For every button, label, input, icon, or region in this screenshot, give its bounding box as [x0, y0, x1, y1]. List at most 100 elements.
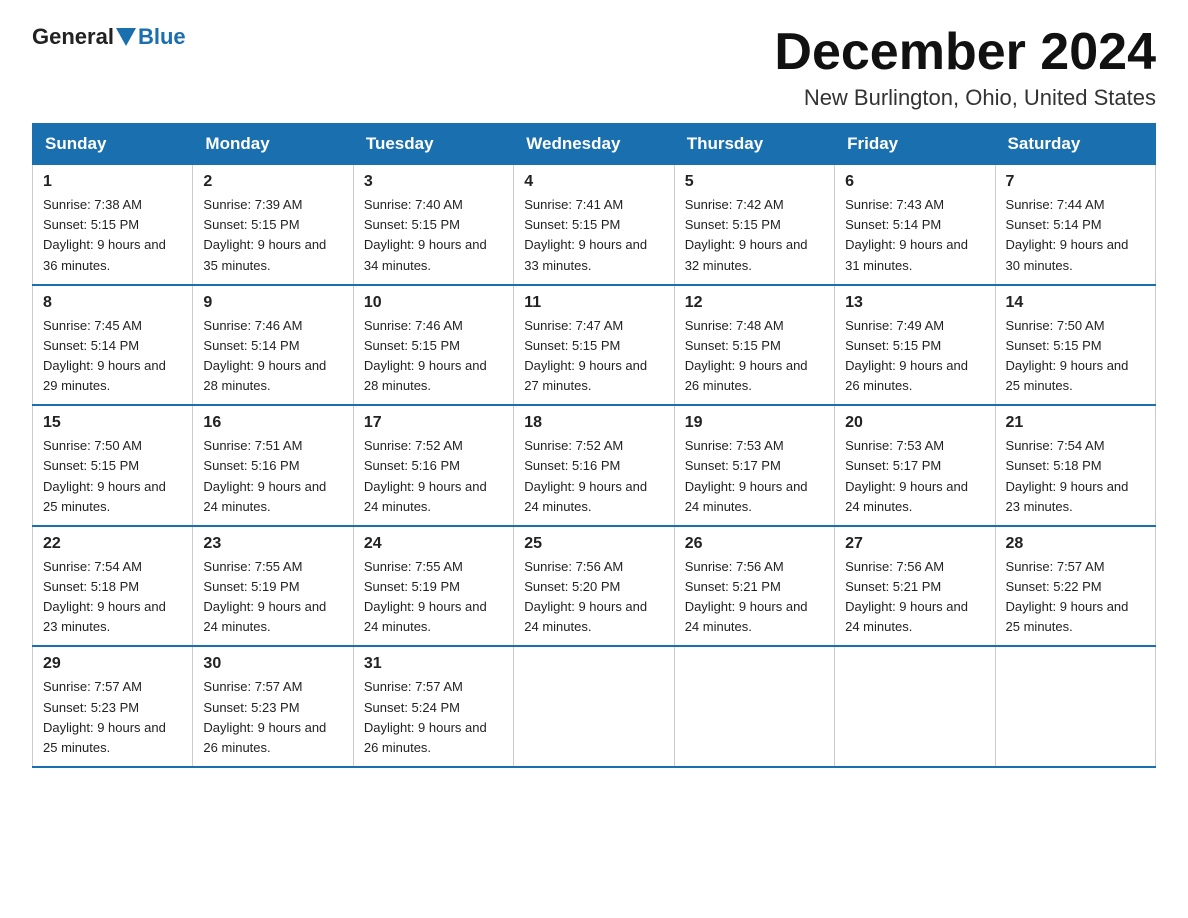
- day-info: Sunrise: 7:57 AMSunset: 5:23 PMDaylight:…: [203, 677, 342, 758]
- calendar-table: Sunday Monday Tuesday Wednesday Thursday…: [32, 123, 1156, 768]
- table-row: 27 Sunrise: 7:56 AMSunset: 5:21 PMDaylig…: [835, 526, 995, 647]
- day-number: 28: [1006, 535, 1145, 553]
- day-info: Sunrise: 7:49 AMSunset: 5:15 PMDaylight:…: [845, 316, 984, 397]
- table-row: 8 Sunrise: 7:45 AMSunset: 5:14 PMDayligh…: [33, 285, 193, 406]
- table-row: 11 Sunrise: 7:47 AMSunset: 5:15 PMDaylig…: [514, 285, 674, 406]
- day-number: 31: [364, 655, 503, 673]
- table-row: 28 Sunrise: 7:57 AMSunset: 5:22 PMDaylig…: [995, 526, 1155, 647]
- day-info: Sunrise: 7:54 AMSunset: 5:18 PMDaylight:…: [43, 557, 182, 638]
- day-info: Sunrise: 7:50 AMSunset: 5:15 PMDaylight:…: [43, 436, 182, 517]
- day-number: 2: [203, 173, 342, 191]
- table-row: [514, 646, 674, 767]
- calendar-body: 1 Sunrise: 7:38 AMSunset: 5:15 PMDayligh…: [33, 165, 1156, 767]
- day-number: 7: [1006, 173, 1145, 191]
- header-monday: Monday: [193, 124, 353, 165]
- table-row: 5 Sunrise: 7:42 AMSunset: 5:15 PMDayligh…: [674, 165, 834, 285]
- logo-general-text: General: [32, 24, 114, 50]
- day-number: 3: [364, 173, 503, 191]
- header-tuesday: Tuesday: [353, 124, 513, 165]
- table-row: 21 Sunrise: 7:54 AMSunset: 5:18 PMDaylig…: [995, 405, 1155, 526]
- day-info: Sunrise: 7:50 AMSunset: 5:15 PMDaylight:…: [1006, 316, 1145, 397]
- day-info: Sunrise: 7:39 AMSunset: 5:15 PMDaylight:…: [203, 195, 342, 276]
- day-number: 10: [364, 294, 503, 312]
- day-number: 12: [685, 294, 824, 312]
- header-saturday: Saturday: [995, 124, 1155, 165]
- calendar-week-row: 8 Sunrise: 7:45 AMSunset: 5:14 PMDayligh…: [33, 285, 1156, 406]
- table-row: 17 Sunrise: 7:52 AMSunset: 5:16 PMDaylig…: [353, 405, 513, 526]
- day-info: Sunrise: 7:48 AMSunset: 5:15 PMDaylight:…: [685, 316, 824, 397]
- day-info: Sunrise: 7:56 AMSunset: 5:21 PMDaylight:…: [845, 557, 984, 638]
- day-info: Sunrise: 7:56 AMSunset: 5:20 PMDaylight:…: [524, 557, 663, 638]
- logo-triangle-icon: [116, 28, 136, 46]
- table-row: 12 Sunrise: 7:48 AMSunset: 5:15 PMDaylig…: [674, 285, 834, 406]
- day-info: Sunrise: 7:56 AMSunset: 5:21 PMDaylight:…: [685, 557, 824, 638]
- day-number: 6: [845, 173, 984, 191]
- day-number: 27: [845, 535, 984, 553]
- table-row: 4 Sunrise: 7:41 AMSunset: 5:15 PMDayligh…: [514, 165, 674, 285]
- day-info: Sunrise: 7:53 AMSunset: 5:17 PMDaylight:…: [685, 436, 824, 517]
- day-info: Sunrise: 7:43 AMSunset: 5:14 PMDaylight:…: [845, 195, 984, 276]
- title-area: December 2024 New Burlington, Ohio, Unit…: [774, 24, 1156, 111]
- day-number: 24: [364, 535, 503, 553]
- month-title: December 2024: [774, 24, 1156, 81]
- day-number: 19: [685, 414, 824, 432]
- day-info: Sunrise: 7:57 AMSunset: 5:24 PMDaylight:…: [364, 677, 503, 758]
- header-friday: Friday: [835, 124, 995, 165]
- table-row: 2 Sunrise: 7:39 AMSunset: 5:15 PMDayligh…: [193, 165, 353, 285]
- day-info: Sunrise: 7:57 AMSunset: 5:23 PMDaylight:…: [43, 677, 182, 758]
- header-wednesday: Wednesday: [514, 124, 674, 165]
- table-row: 30 Sunrise: 7:57 AMSunset: 5:23 PMDaylig…: [193, 646, 353, 767]
- table-row: 15 Sunrise: 7:50 AMSunset: 5:15 PMDaylig…: [33, 405, 193, 526]
- day-number: 14: [1006, 294, 1145, 312]
- day-info: Sunrise: 7:55 AMSunset: 5:19 PMDaylight:…: [203, 557, 342, 638]
- day-info: Sunrise: 7:41 AMSunset: 5:15 PMDaylight:…: [524, 195, 663, 276]
- header-thursday: Thursday: [674, 124, 834, 165]
- day-number: 23: [203, 535, 342, 553]
- table-row: 7 Sunrise: 7:44 AMSunset: 5:14 PMDayligh…: [995, 165, 1155, 285]
- day-number: 13: [845, 294, 984, 312]
- table-row: 14 Sunrise: 7:50 AMSunset: 5:15 PMDaylig…: [995, 285, 1155, 406]
- table-row: 29 Sunrise: 7:57 AMSunset: 5:23 PMDaylig…: [33, 646, 193, 767]
- day-number: 1: [43, 173, 182, 191]
- page-header: General Blue December 2024 New Burlingto…: [32, 24, 1156, 111]
- day-number: 8: [43, 294, 182, 312]
- logo-blue-text: Blue: [138, 24, 186, 50]
- day-number: 29: [43, 655, 182, 673]
- day-number: 4: [524, 173, 663, 191]
- day-number: 11: [524, 294, 663, 312]
- calendar-week-row: 29 Sunrise: 7:57 AMSunset: 5:23 PMDaylig…: [33, 646, 1156, 767]
- header-sunday: Sunday: [33, 124, 193, 165]
- day-number: 21: [1006, 414, 1145, 432]
- day-info: Sunrise: 7:54 AMSunset: 5:18 PMDaylight:…: [1006, 436, 1145, 517]
- day-header-row: Sunday Monday Tuesday Wednesday Thursday…: [33, 124, 1156, 165]
- table-row: 20 Sunrise: 7:53 AMSunset: 5:17 PMDaylig…: [835, 405, 995, 526]
- day-info: Sunrise: 7:53 AMSunset: 5:17 PMDaylight:…: [845, 436, 984, 517]
- table-row: 22 Sunrise: 7:54 AMSunset: 5:18 PMDaylig…: [33, 526, 193, 647]
- calendar-week-row: 22 Sunrise: 7:54 AMSunset: 5:18 PMDaylig…: [33, 526, 1156, 647]
- day-info: Sunrise: 7:57 AMSunset: 5:22 PMDaylight:…: [1006, 557, 1145, 638]
- day-number: 22: [43, 535, 182, 553]
- day-info: Sunrise: 7:38 AMSunset: 5:15 PMDaylight:…: [43, 195, 182, 276]
- table-row: 26 Sunrise: 7:56 AMSunset: 5:21 PMDaylig…: [674, 526, 834, 647]
- day-number: 25: [524, 535, 663, 553]
- day-info: Sunrise: 7:42 AMSunset: 5:15 PMDaylight:…: [685, 195, 824, 276]
- day-number: 20: [845, 414, 984, 432]
- day-info: Sunrise: 7:52 AMSunset: 5:16 PMDaylight:…: [524, 436, 663, 517]
- day-number: 9: [203, 294, 342, 312]
- location-title: New Burlington, Ohio, United States: [774, 85, 1156, 111]
- table-row: 10 Sunrise: 7:46 AMSunset: 5:15 PMDaylig…: [353, 285, 513, 406]
- table-row: 13 Sunrise: 7:49 AMSunset: 5:15 PMDaylig…: [835, 285, 995, 406]
- table-row: 1 Sunrise: 7:38 AMSunset: 5:15 PMDayligh…: [33, 165, 193, 285]
- calendar-week-row: 15 Sunrise: 7:50 AMSunset: 5:15 PMDaylig…: [33, 405, 1156, 526]
- day-number: 30: [203, 655, 342, 673]
- day-number: 26: [685, 535, 824, 553]
- calendar-header: Sunday Monday Tuesday Wednesday Thursday…: [33, 124, 1156, 165]
- table-row: 23 Sunrise: 7:55 AMSunset: 5:19 PMDaylig…: [193, 526, 353, 647]
- table-row: 19 Sunrise: 7:53 AMSunset: 5:17 PMDaylig…: [674, 405, 834, 526]
- table-row: 16 Sunrise: 7:51 AMSunset: 5:16 PMDaylig…: [193, 405, 353, 526]
- table-row: [674, 646, 834, 767]
- table-row: 24 Sunrise: 7:55 AMSunset: 5:19 PMDaylig…: [353, 526, 513, 647]
- day-number: 18: [524, 414, 663, 432]
- day-info: Sunrise: 7:55 AMSunset: 5:19 PMDaylight:…: [364, 557, 503, 638]
- day-info: Sunrise: 7:40 AMSunset: 5:15 PMDaylight:…: [364, 195, 503, 276]
